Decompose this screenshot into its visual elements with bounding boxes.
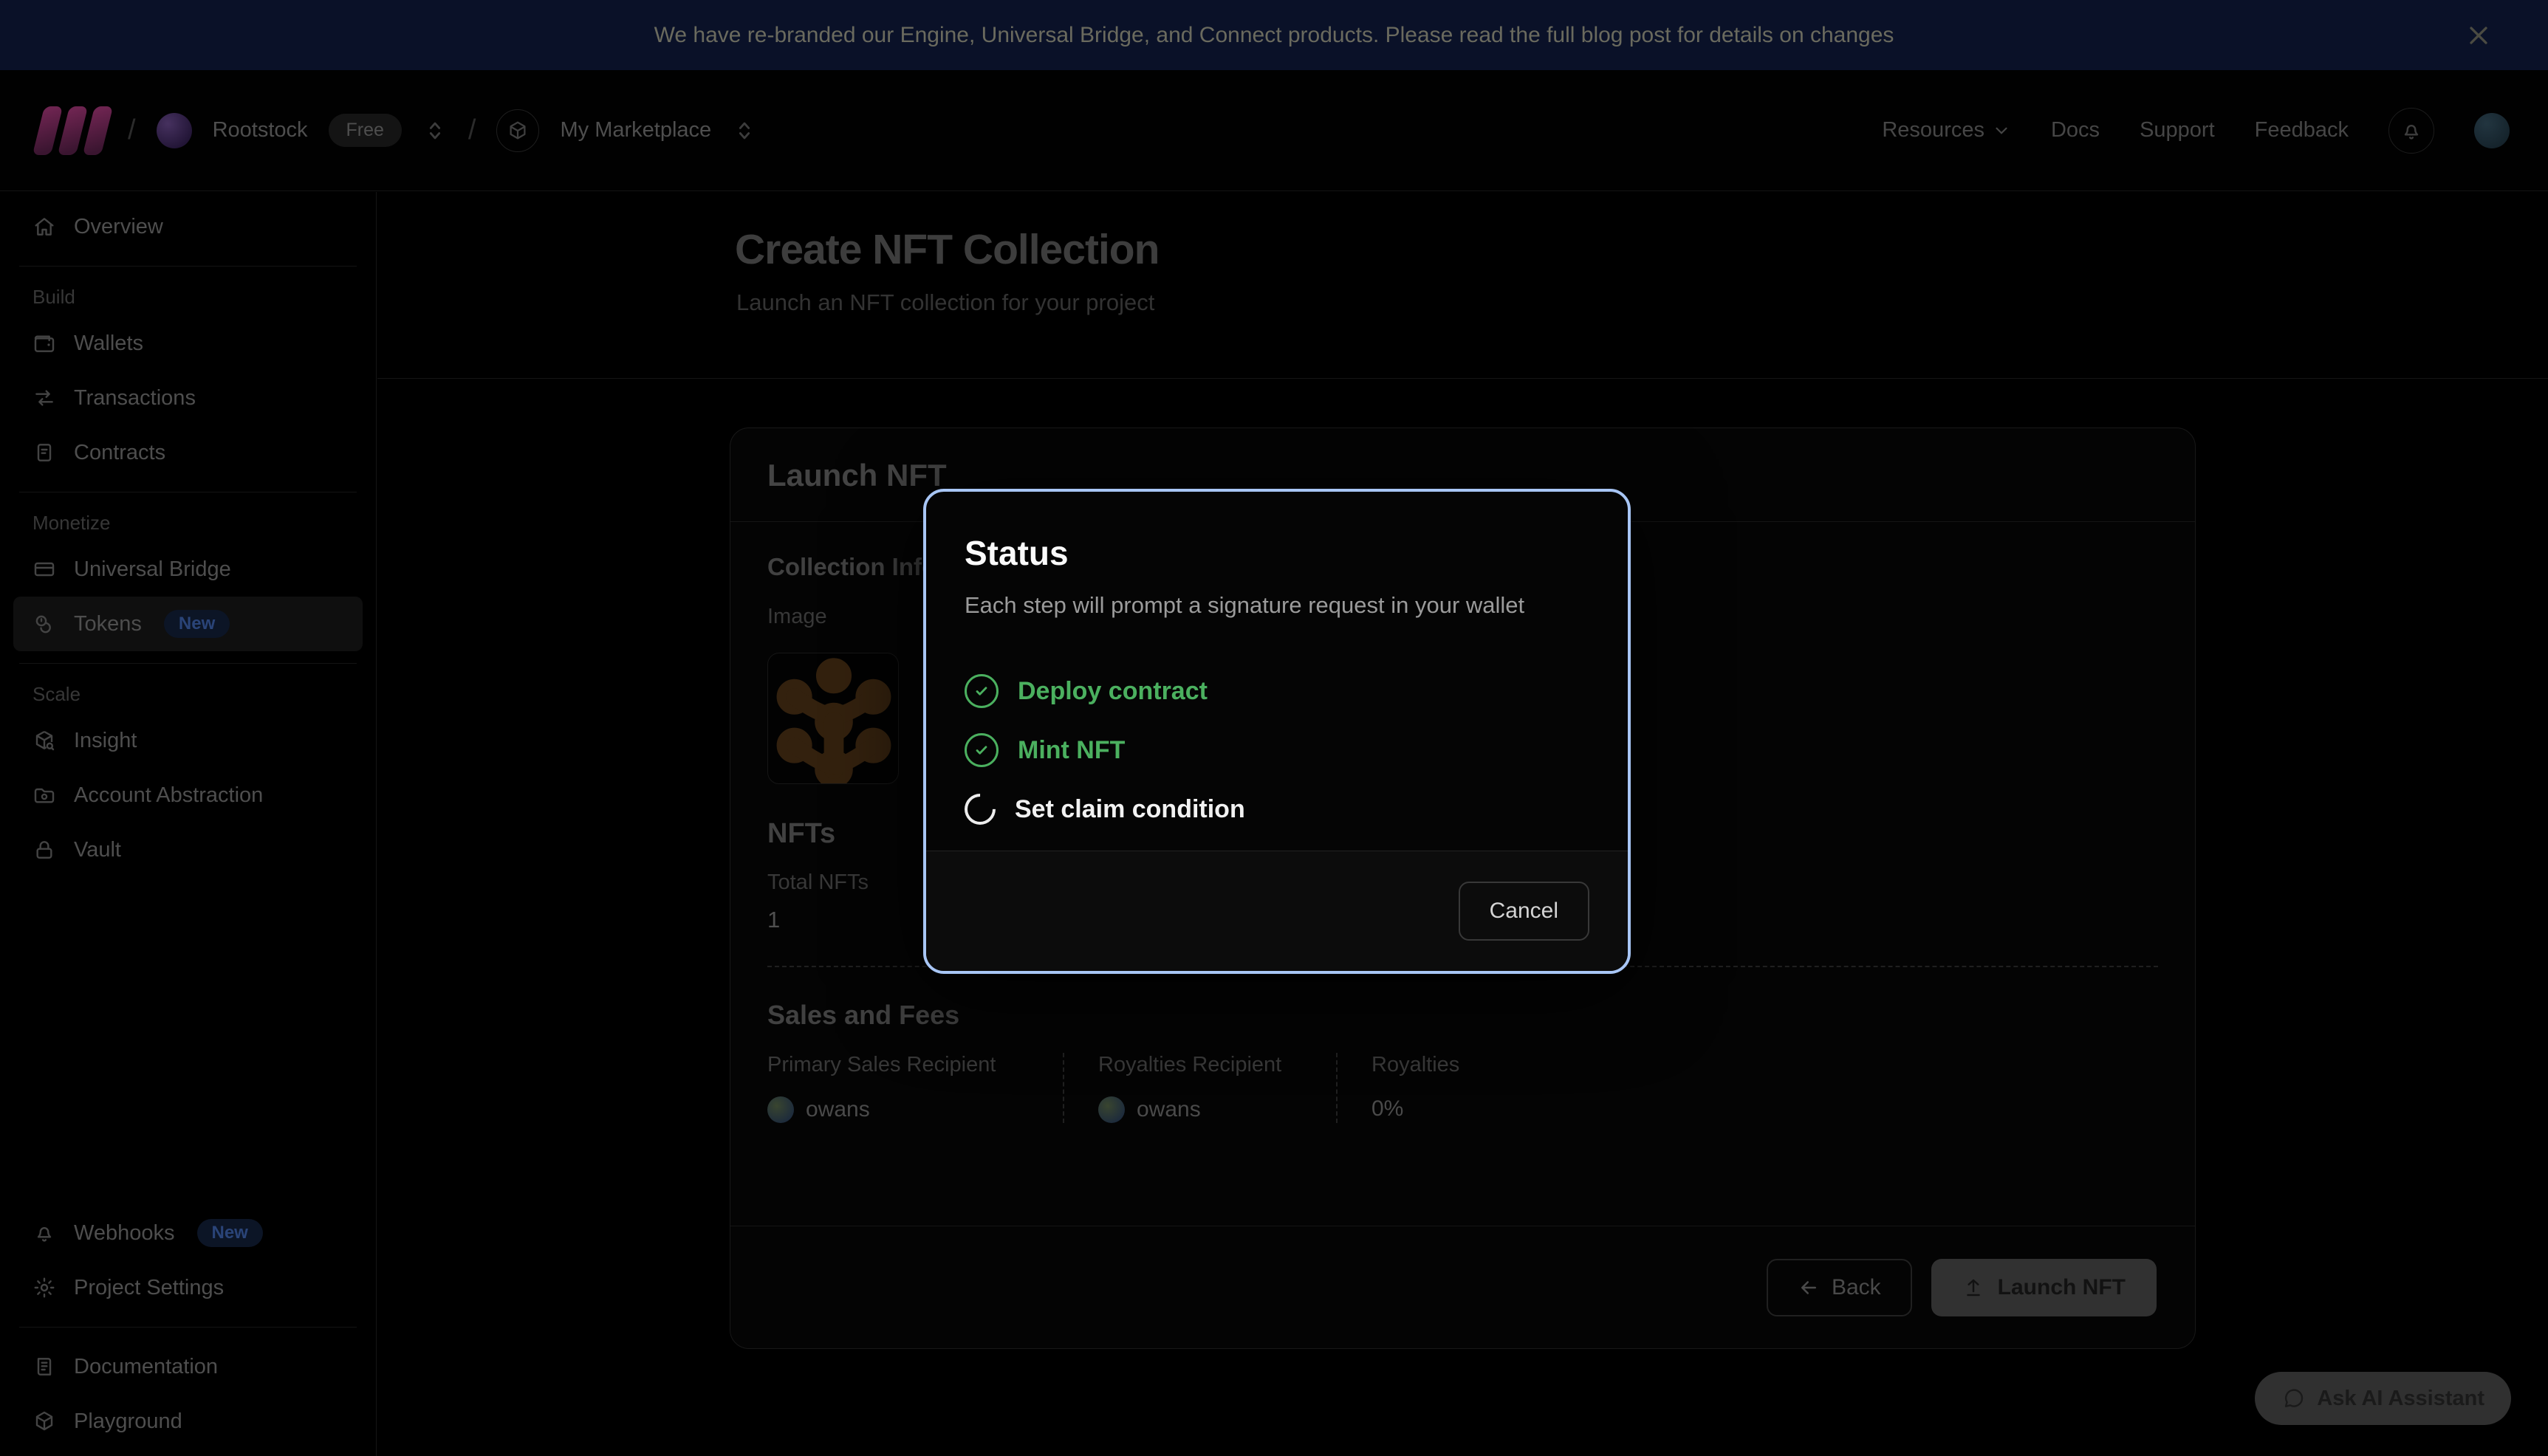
sidebar-group-monetize: Monetize <box>13 512 363 535</box>
sidebar-item-vault[interactable]: Vault <box>13 823 363 877</box>
sidebar-item-playground[interactable]: Playground <box>13 1394 363 1449</box>
nft-collection-image <box>767 653 899 784</box>
recipient-avatar <box>1098 1096 1125 1123</box>
sidebar-item-project-settings[interactable]: Project Settings <box>13 1260 363 1315</box>
bridge-card-icon <box>32 557 56 581</box>
status-modal: Status Each step will prompt a signature… <box>923 489 1631 974</box>
coins-icon <box>32 612 56 636</box>
project-switcher-icon[interactable] <box>732 118 757 143</box>
org-name[interactable]: Rootstock <box>213 118 308 142</box>
app-header: / Rootstock Free / My Marketplace Resour… <box>0 70 2548 191</box>
banner-text: We have re-branded our Engine, Universal… <box>654 23 1894 48</box>
royalties-label: Royalties <box>1371 1053 1459 1077</box>
breadcrumb-separator: / <box>468 114 476 146</box>
sidebar-group-build: Build <box>13 286 363 309</box>
ask-ai-assistant-button[interactable]: Ask AI Assistant <box>2255 1372 2511 1425</box>
contracts-icon <box>32 441 56 464</box>
book-icon <box>32 1355 56 1378</box>
transactions-icon <box>32 386 56 410</box>
banner-close-icon[interactable] <box>2459 16 2498 55</box>
arrow-left-icon <box>1798 1277 1820 1299</box>
royalties-recipient-label: Royalties Recipient <box>1098 1053 1284 1077</box>
check-circle-icon <box>965 733 999 767</box>
launch-nft-button[interactable]: Launch NFT <box>1931 1259 2157 1316</box>
back-button[interactable]: Back <box>1767 1259 1912 1316</box>
step-mint-nft: Mint NFT <box>965 721 1589 780</box>
sidebar-item-contracts[interactable]: Contracts <box>13 425 363 480</box>
insight-box-icon <box>32 729 56 752</box>
folder-icon <box>32 783 56 807</box>
step-set-claim-condition: Set claim condition <box>965 780 1589 839</box>
breadcrumb-separator: / <box>128 114 136 146</box>
bell-icon <box>2400 119 2423 142</box>
nav-resources[interactable]: Resources <box>1882 118 2011 142</box>
section-divider <box>377 378 2548 379</box>
sidebar-item-universal-bridge[interactable]: Universal Bridge <box>13 542 363 597</box>
webhooks-new-badge: New <box>197 1219 263 1247</box>
primary-sales-recipient-label: Primary Sales Recipient <box>767 1053 1011 1077</box>
check-circle-icon <box>965 674 999 708</box>
total-nfts-label: Total NFTs <box>767 870 869 895</box>
sales-heading: Sales and Fees <box>767 1000 2158 1031</box>
royalties-recipient-value[interactable]: owans <box>1137 1097 1201 1122</box>
sidebar-group-scale: Scale <box>13 683 363 706</box>
sidebar-item-insight[interactable]: Insight <box>13 713 363 768</box>
page-title: Create NFT Collection <box>735 225 1159 274</box>
org-avatar <box>157 113 192 148</box>
notifications-button[interactable] <box>2388 108 2434 154</box>
lock-icon <box>32 838 56 862</box>
sidebar-item-overview[interactable]: Overview <box>13 199 363 254</box>
primary-sales-recipient-value[interactable]: owans <box>806 1097 870 1122</box>
org-switcher-icon[interactable] <box>422 118 448 143</box>
project-cube-icon <box>496 109 539 152</box>
sidebar-item-webhooks[interactable]: Webhooks New <box>13 1206 363 1260</box>
recipient-avatar <box>767 1096 794 1123</box>
card-heading: Launch NFT <box>730 428 2195 493</box>
project-name[interactable]: My Marketplace <box>560 118 711 142</box>
thirdweb-logo-icon[interactable] <box>38 106 107 155</box>
announcement-banner: We have re-branded our Engine, Universal… <box>0 0 2548 70</box>
step-deploy-contract: Deploy contract <box>965 662 1589 721</box>
nav-docs[interactable]: Docs <box>2051 118 2100 142</box>
wallet-icon <box>32 332 56 355</box>
page-subtitle: Launch an NFT collection for your projec… <box>736 289 1154 316</box>
sidebar: Overview Build Wallets Transactions Cont… <box>0 192 377 1456</box>
modal-subtitle: Each step will prompt a signature reques… <box>965 592 1589 619</box>
royalties-value: 0% <box>1371 1096 1403 1122</box>
cube-icon <box>32 1409 56 1433</box>
user-avatar[interactable] <box>2474 113 2510 148</box>
cancel-button[interactable]: Cancel <box>1459 882 1589 941</box>
chevron-down-icon <box>1992 121 2011 140</box>
tokens-new-badge: New <box>164 610 230 638</box>
nav-support[interactable]: Support <box>2140 118 2215 142</box>
spinner-icon <box>958 787 1001 831</box>
modal-title: Status <box>965 533 1589 573</box>
sidebar-item-transactions[interactable]: Transactions <box>13 371 363 425</box>
sidebar-item-tokens[interactable]: Tokens New <box>13 597 363 651</box>
sidebar-item-wallets[interactable]: Wallets <box>13 316 363 371</box>
upload-icon <box>1962 1277 1984 1299</box>
sidebar-item-documentation[interactable]: Documentation <box>13 1339 363 1394</box>
chat-bubble-icon <box>2281 1387 2305 1410</box>
total-nfts-value: 1 <box>767 907 869 933</box>
bell-icon <box>32 1221 56 1245</box>
nav-feedback[interactable]: Feedback <box>2255 118 2349 142</box>
home-icon <box>32 215 56 238</box>
plan-badge: Free <box>329 114 402 147</box>
sidebar-item-account-abstraction[interactable]: Account Abstraction <box>13 768 363 823</box>
gear-icon <box>32 1276 56 1299</box>
